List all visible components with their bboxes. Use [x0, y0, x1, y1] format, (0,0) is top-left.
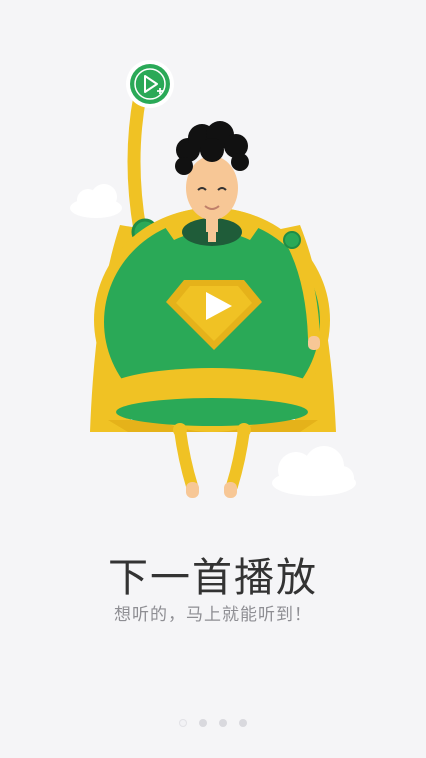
raised-arm — [127, 88, 159, 246]
cloud-left — [70, 184, 122, 218]
cloud-right — [272, 446, 356, 496]
page-dot-1[interactable] — [179, 719, 187, 727]
legs — [173, 423, 251, 498]
play-next-icon — [126, 60, 174, 108]
onboarding-title: 下一首播放 — [108, 555, 318, 601]
page-dot-3[interactable] — [219, 719, 227, 727]
page-indicator — [0, 719, 426, 727]
onboarding-subtitle: 想听的，马上就能听到！ — [114, 605, 312, 625]
page-dot-4[interactable] — [239, 719, 247, 727]
superhero-illustration — [70, 60, 356, 498]
page-dot-2[interactable] — [199, 719, 207, 727]
